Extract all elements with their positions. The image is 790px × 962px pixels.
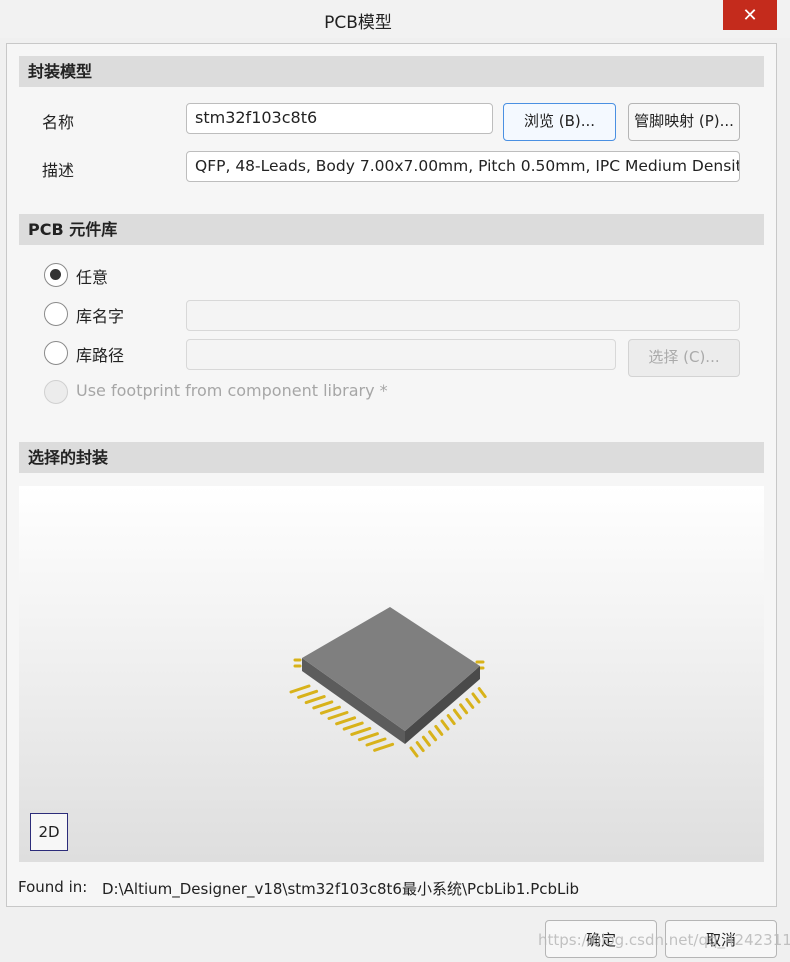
package-pin bbox=[428, 730, 438, 742]
radio-any[interactable] bbox=[44, 263, 68, 287]
radio-library-name-label: 库名字 bbox=[76, 307, 125, 326]
package-pin bbox=[319, 705, 341, 715]
description-input[interactable]: QFP, 48-Leads, Body 7.00x7.00mm, Pitch 0… bbox=[186, 151, 740, 182]
package-pin bbox=[421, 735, 431, 747]
package-pin bbox=[342, 721, 364, 731]
name-input[interactable]: stm32f103c8t6 bbox=[186, 103, 493, 134]
radio-library-name[interactable] bbox=[44, 302, 68, 326]
section-footprint-model-header: 封装模型 bbox=[19, 56, 764, 87]
package-body-top-face bbox=[302, 607, 480, 731]
package-pin bbox=[459, 703, 469, 715]
library-path-input[interactable] bbox=[186, 339, 616, 370]
found-in-path: D:\Altium_Designer_v18\stm32f103c8t6最小系统… bbox=[102, 880, 580, 898]
package-pin bbox=[465, 697, 475, 709]
radio-any-label: 任意 bbox=[76, 268, 109, 287]
package-pin bbox=[304, 695, 326, 705]
radio-library-path-label: 库路径 bbox=[76, 346, 125, 365]
package-pin bbox=[365, 737, 387, 747]
package-pin bbox=[434, 724, 444, 736]
library-name-input[interactable] bbox=[186, 300, 740, 331]
window-title: PCB模型 bbox=[324, 13, 392, 33]
package-pin bbox=[409, 746, 419, 758]
package-pin bbox=[327, 711, 349, 720]
package-pin bbox=[357, 732, 379, 742]
radio-use-component-library-label: Use footprint from component library * bbox=[76, 381, 388, 400]
found-in-label: Found in: bbox=[18, 878, 88, 896]
package-pin bbox=[297, 689, 319, 699]
package-pin bbox=[289, 684, 311, 694]
qfp-package-3d-icon bbox=[289, 607, 487, 758]
browse-button[interactable]: 浏览 (B)... bbox=[503, 103, 616, 141]
watermark-text: https://blog.csdn.net/qq_42423112 bbox=[538, 931, 790, 949]
package-pin bbox=[350, 726, 372, 736]
package-pin bbox=[335, 716, 357, 726]
radio-library-path[interactable] bbox=[44, 341, 68, 365]
section-selected-footprint-header: 选择的封装 bbox=[19, 442, 764, 473]
name-label: 名称 bbox=[42, 113, 75, 132]
close-button[interactable]: ✕ bbox=[723, 0, 777, 30]
choose-button[interactable]: 选择 (C)... bbox=[628, 339, 740, 377]
view-2d-button[interactable]: 2D bbox=[30, 813, 68, 851]
footprint-3d-preview[interactable] bbox=[19, 486, 764, 862]
package-pin bbox=[312, 700, 334, 710]
description-label: 描述 bbox=[42, 161, 75, 180]
package-pin bbox=[373, 742, 395, 752]
section-pcb-library-header: PCB 元件库 bbox=[19, 214, 764, 245]
package-pin bbox=[440, 719, 450, 731]
package-pin bbox=[477, 687, 487, 699]
radio-use-component-library[interactable] bbox=[44, 380, 68, 404]
package-pin bbox=[471, 692, 481, 704]
close-icon: ✕ bbox=[742, 4, 758, 26]
pin-map-button[interactable]: 管脚映射 (P)... bbox=[628, 103, 740, 141]
package-pin bbox=[452, 708, 462, 720]
package-pin bbox=[415, 741, 425, 753]
package-pin bbox=[446, 714, 456, 726]
